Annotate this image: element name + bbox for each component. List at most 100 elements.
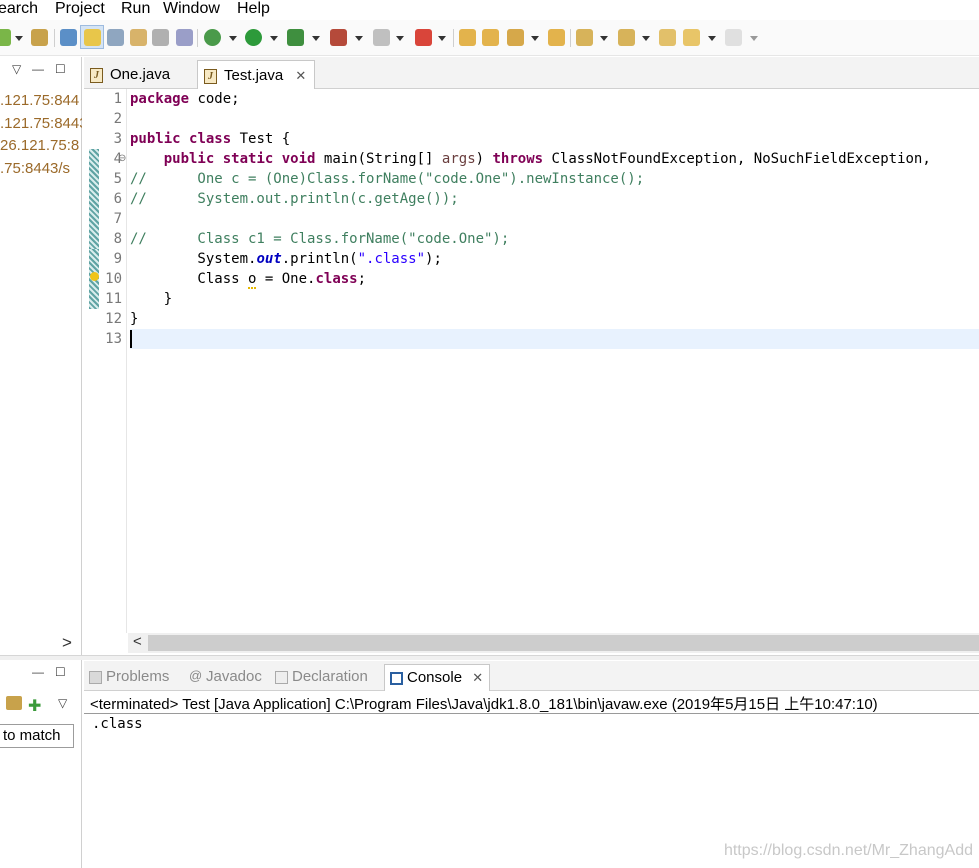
scroll-left-icon[interactable]: < <box>133 633 142 650</box>
chevron-down-icon[interactable] <box>438 36 446 41</box>
mark-occurrences-icon[interactable] <box>60 29 77 46</box>
view-menu-icon[interactable]: ▽ <box>58 696 67 710</box>
java-file-icon: J <box>204 69 217 84</box>
code-token: main(String[] <box>315 151 442 167</box>
menu-search[interactable]: earch <box>0 0 38 18</box>
horizontal-scrollbar[interactable]: < <box>128 633 979 653</box>
code-token: out <box>256 251 282 267</box>
prev-edit-icon[interactable] <box>618 29 635 46</box>
menu-window[interactable]: Window <box>163 0 220 18</box>
open-type-icon[interactable] <box>0 29 11 46</box>
close-icon[interactable]: ✕ <box>295 68 306 83</box>
chevron-down-icon[interactable] <box>15 36 23 41</box>
view-menu-icon[interactable]: ▽ <box>12 62 21 76</box>
next-edit-icon[interactable] <box>576 29 593 46</box>
maximize-icon[interactable]: ☐ <box>55 62 66 76</box>
show-whitespace-icon[interactable] <box>152 29 169 46</box>
scroll-right-icon[interactable]: > <box>62 633 72 653</box>
console-output[interactable]: .class <box>92 716 143 732</box>
tab-one-java[interactable]: J One.java <box>84 60 178 89</box>
tab-declaration[interactable]: Declaration <box>270 664 374 691</box>
code-line[interactable]: System.out.println(".class"); <box>130 249 441 269</box>
code-line[interactable]: package code; <box>130 89 240 109</box>
sash[interactable] <box>0 655 979 660</box>
highlight-icon[interactable] <box>84 29 101 46</box>
chevron-down-icon[interactable] <box>355 36 363 41</box>
console-view[interactable]: <terminated> Test [Java Application] C:\… <box>84 691 979 868</box>
left-upper-panel: ▽ — ☐ .121.75:844 .121.75:8443 26.121.75… <box>0 57 82 655</box>
code-token: } <box>130 311 139 327</box>
folder-icon[interactable] <box>548 29 565 46</box>
tab-test-java[interactable]: J Test.java ✕ <box>197 60 316 89</box>
chevron-down-icon[interactable] <box>642 36 650 41</box>
text-caret <box>130 330 132 348</box>
minimize-icon[interactable]: — <box>32 665 44 679</box>
code-line[interactable]: Class o = One.class; <box>130 269 366 289</box>
chevron-down-icon[interactable] <box>396 36 404 41</box>
host-entry[interactable]: .121.75:8443 <box>0 115 82 132</box>
chevron-down-icon[interactable] <box>750 36 758 41</box>
line-number: 3 <box>113 131 122 147</box>
host-entry[interactable]: .75:8443/s <box>0 160 82 177</box>
line-number: 2 <box>113 111 122 127</box>
toolbar-separator <box>54 29 55 47</box>
code-line[interactable]: } <box>130 289 172 309</box>
new-folder-icon[interactable] <box>482 29 499 46</box>
external-tools-icon[interactable] <box>330 29 347 46</box>
debug-icon[interactable] <box>204 29 221 46</box>
chevron-down-icon[interactable] <box>600 36 608 41</box>
code-token: class <box>315 271 358 287</box>
menu-project[interactable]: Project <box>55 0 105 18</box>
chevron-down-icon[interactable] <box>531 36 539 41</box>
code-line[interactable]: // Class c1 = Class.forName("code.One"); <box>130 229 509 249</box>
collapse-all-icon[interactable] <box>6 696 22 710</box>
toggle-block-icon[interactable] <box>130 29 147 46</box>
code-token: code; <box>189 91 240 107</box>
back-icon[interactable] <box>683 29 700 46</box>
filter-input[interactable]: to match <box>0 724 74 748</box>
terminate-icon[interactable] <box>373 29 390 46</box>
line-number: 9 <box>113 251 122 267</box>
code-line[interactable]: public class Test { <box>130 129 290 149</box>
scrollbar-thumb[interactable] <box>148 635 979 651</box>
tab-problems[interactable]: Problems <box>84 664 175 691</box>
fold-icon[interactable]: ⊖ <box>118 153 126 164</box>
run-icon[interactable] <box>245 29 262 46</box>
open-folder-icon[interactable] <box>459 29 476 46</box>
menu-run[interactable]: Run <box>121 0 150 18</box>
host-entry[interactable]: .121.75:844 <box>0 92 82 109</box>
tab-javadoc[interactable]: @ Javadoc <box>184 664 268 691</box>
maximize-icon[interactable]: ☐ <box>55 665 66 679</box>
minimize-icon[interactable]: — <box>32 62 44 76</box>
code-line[interactable]: // One c = (One)Class.forName("code.One"… <box>130 169 644 189</box>
skip-breakpoints-icon[interactable] <box>415 29 432 46</box>
chevron-down-icon[interactable] <box>229 36 237 41</box>
divider <box>84 713 979 714</box>
tab-console[interactable]: Console ✕ <box>384 664 491 691</box>
code-editor[interactable]: 1 2 3 4 5 6 7 8 9 10 11 12 13 ⊖ package code; public … <box>84 89 979 633</box>
host-entry[interactable]: 26.121.75:8 <box>0 137 82 154</box>
code-line[interactable]: public static void main(String[] args) t… <box>130 149 931 169</box>
forward-icon[interactable] <box>725 29 742 46</box>
code-token: = One. <box>256 271 316 287</box>
chevron-down-icon[interactable] <box>708 36 716 41</box>
search-icon[interactable] <box>31 29 48 46</box>
code-line[interactable]: } <box>130 309 138 329</box>
chevron-down-icon[interactable] <box>312 36 320 41</box>
line-number: 1 <box>113 91 122 107</box>
chevron-down-icon[interactable] <box>270 36 278 41</box>
brush-icon[interactable] <box>507 29 524 46</box>
tab-label: Test.java <box>224 67 284 84</box>
last-edit-icon[interactable] <box>659 29 676 46</box>
pilcrow-icon[interactable] <box>176 29 193 46</box>
code-line[interactable]: // System.out.println(c.getAge()); <box>130 189 459 209</box>
next-annotation-icon[interactable] <box>107 29 124 46</box>
coverage-icon[interactable] <box>287 29 304 46</box>
menu-help[interactable]: Help <box>237 0 270 18</box>
code-text[interactable]: package code; public class Test { public … <box>130 89 979 633</box>
close-icon[interactable]: ✕ <box>472 670 483 685</box>
tab-label: Javadoc <box>206 668 262 685</box>
add-icon[interactable]: ✚ <box>28 696 41 716</box>
